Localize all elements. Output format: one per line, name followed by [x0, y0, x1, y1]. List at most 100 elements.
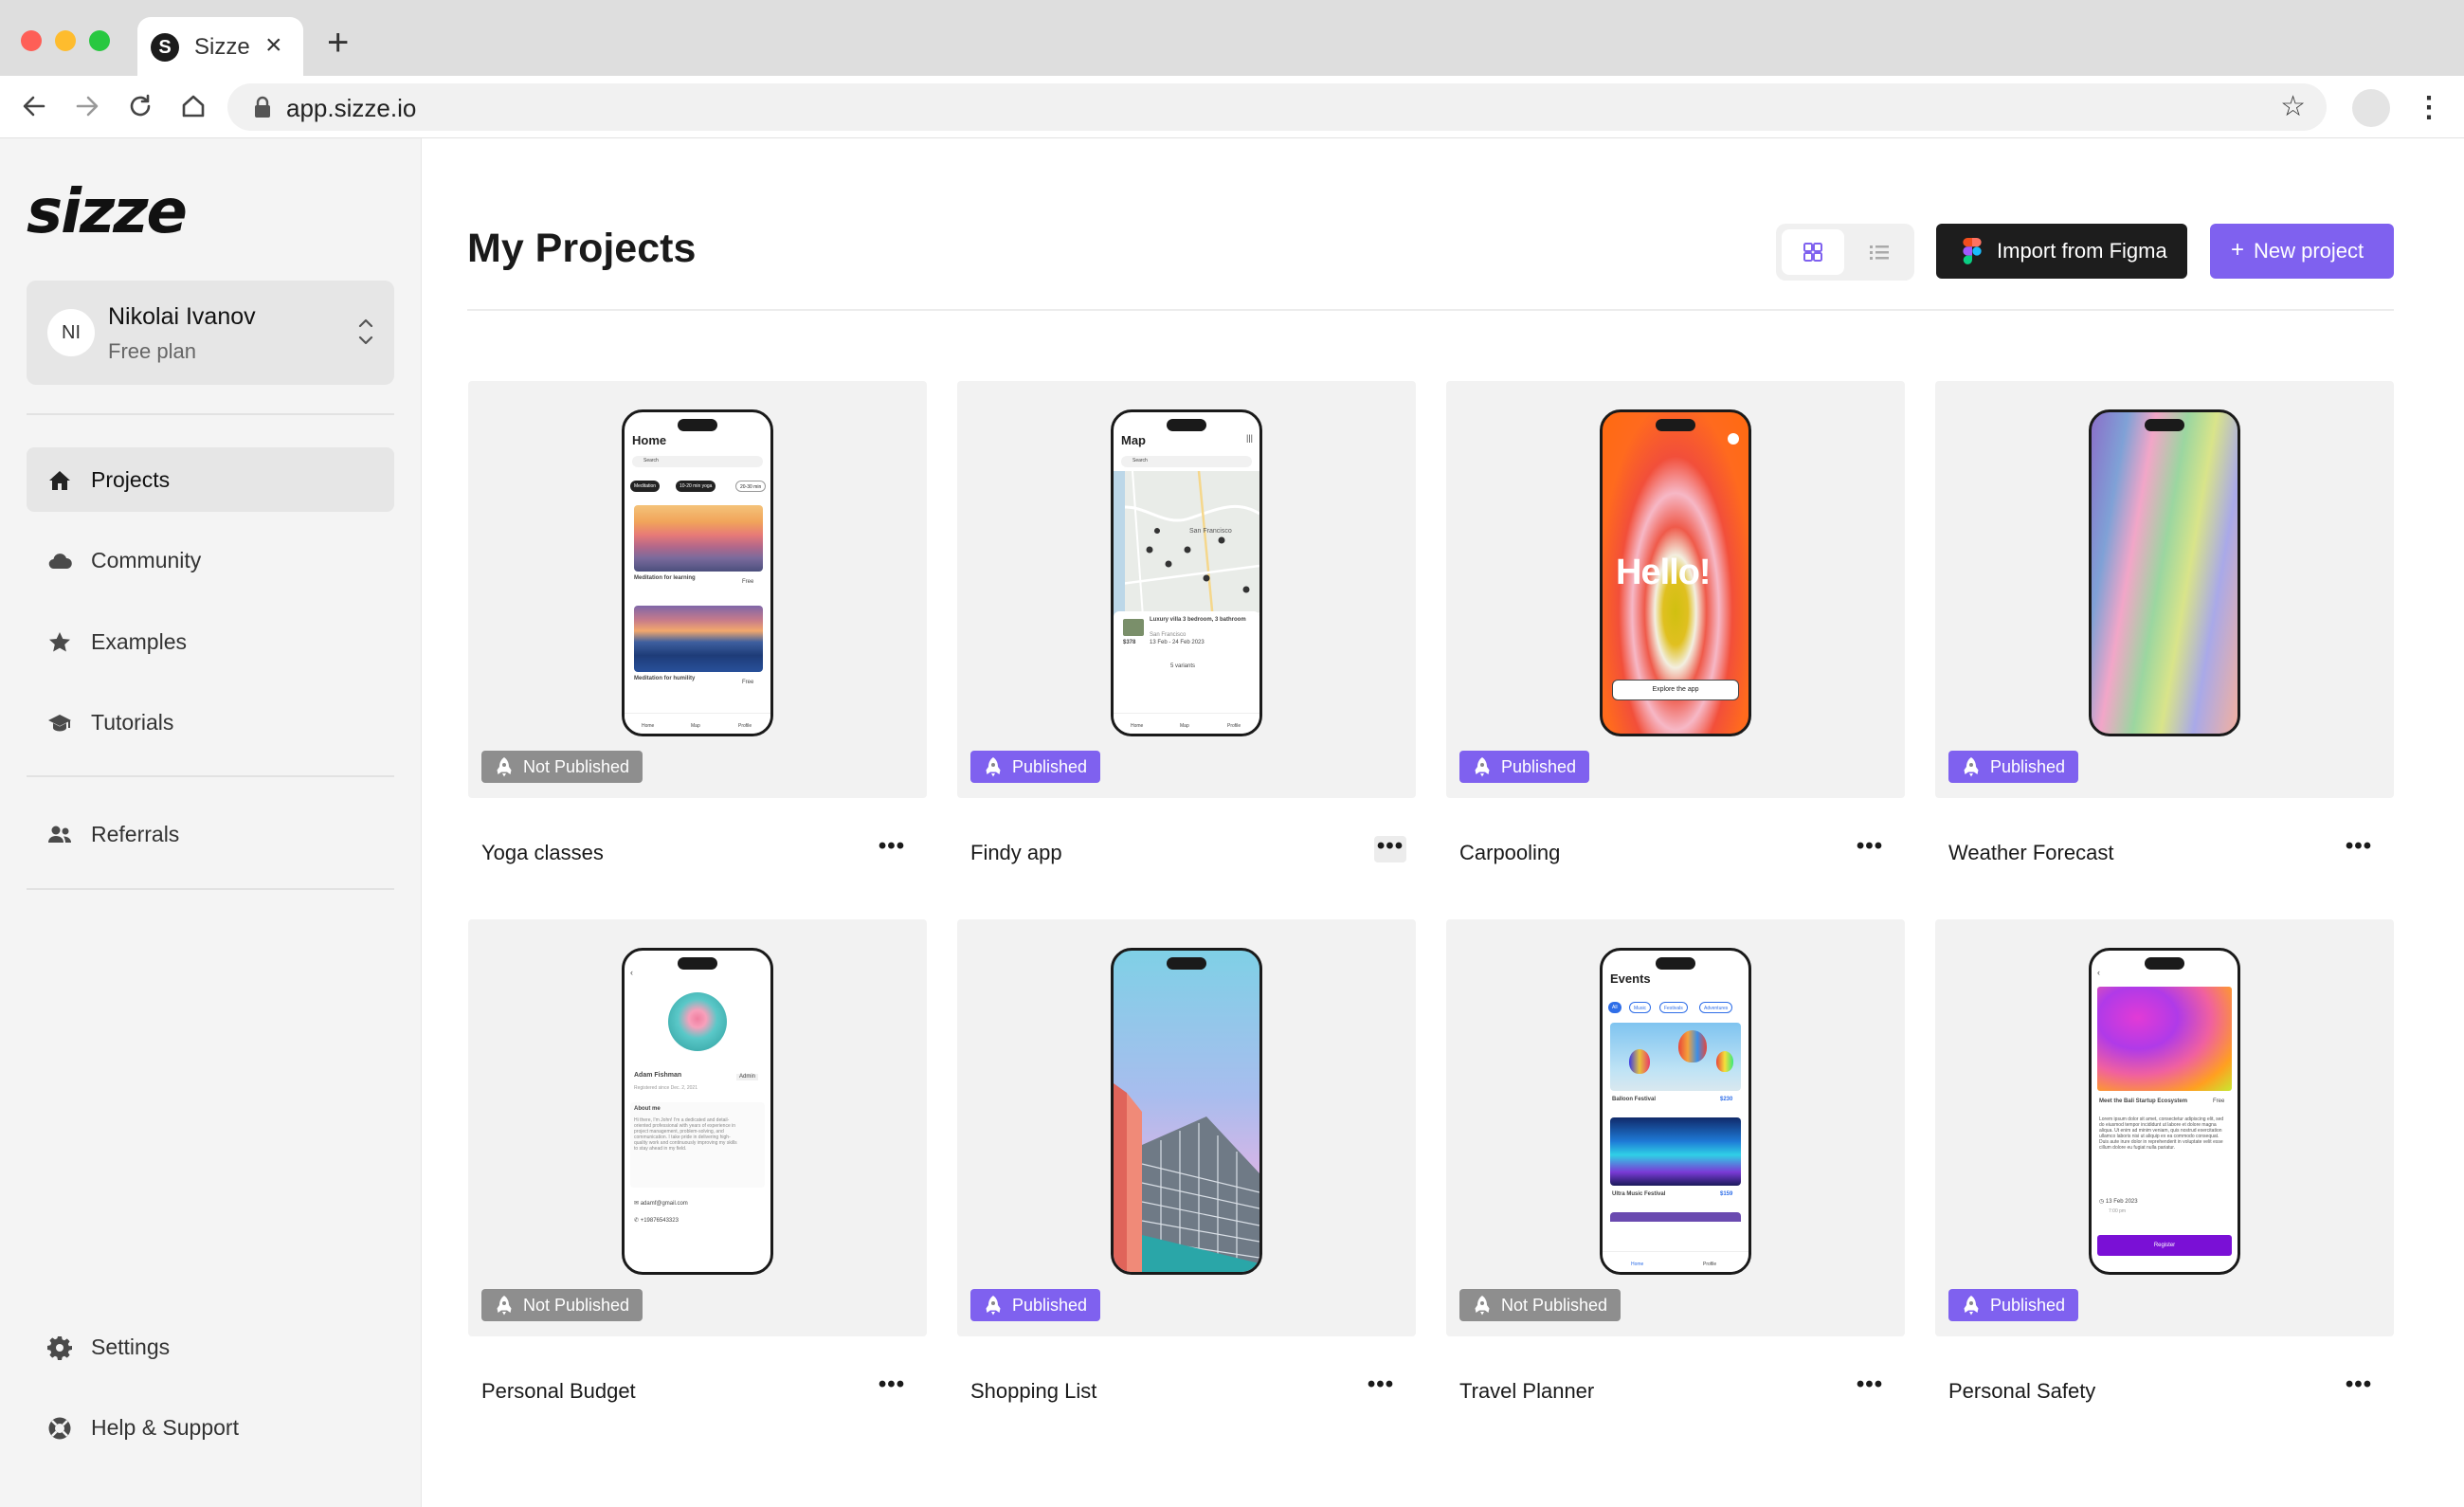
- preview-item: Meditation for learning: [634, 575, 696, 581]
- close-window-button[interactable]: [21, 30, 42, 51]
- grid-view-button[interactable]: [1782, 229, 1844, 275]
- preview-search: Search: [1121, 456, 1252, 467]
- project-card[interactable]: Events All Music Festivals Adventures Ba…: [1446, 919, 1905, 1431]
- project-card[interactable]: Hello! Explore the app Published Carpool…: [1446, 381, 1905, 893]
- sidebar-item-projects[interactable]: Projects: [27, 447, 394, 512]
- sidebar-item-community[interactable]: Community: [27, 528, 394, 592]
- sidebar: sizze NI Nikolai Ivanov Free plan Projec…: [0, 138, 422, 1507]
- more-options-button[interactable]: •••: [876, 1373, 908, 1401]
- status-badge: Published: [970, 751, 1101, 783]
- close-tab-icon[interactable]: ×: [265, 29, 282, 62]
- explore-app-button: Explore the app: [1612, 680, 1739, 700]
- sidebar-item-settings[interactable]: Settings: [27, 1315, 394, 1379]
- sidebar-item-label: Projects: [91, 467, 171, 492]
- event-tag: Free: [2213, 1098, 2225, 1104]
- project-name[interactable]: Personal Safety: [1948, 1379, 2095, 1404]
- phone-preview: ‹ Adam Fishman Admin Registered since De…: [622, 948, 773, 1275]
- sidebar-item-tutorials[interactable]: Tutorials: [27, 690, 394, 754]
- project-thumbnail[interactable]: ‹ Adam Fishman Admin Registered since De…: [468, 919, 927, 1336]
- sizze-logo[interactable]: sizze: [27, 178, 188, 246]
- graduation-cap-icon: [48, 715, 71, 732]
- back-icon[interactable]: [15, 87, 53, 125]
- event-name: Ultra Music Festival: [1612, 1191, 1666, 1197]
- maximize-window-button[interactable]: [89, 30, 110, 51]
- more-options-button[interactable]: •••: [2343, 1373, 2375, 1401]
- new-project-button[interactable]: + New project: [2210, 224, 2394, 279]
- rocket-icon: [1962, 756, 1981, 777]
- more-options-button[interactable]: •••: [1854, 835, 1886, 862]
- filter-icon: |||: [1246, 433, 1254, 443]
- sidebar-item-referrals[interactable]: Referrals: [27, 802, 394, 866]
- import-from-figma-button[interactable]: Import from Figma: [1936, 224, 2187, 279]
- project-thumbnail[interactable]: Published: [1935, 381, 2394, 798]
- back-icon: ‹: [2097, 968, 2100, 977]
- project-thumbnail[interactable]: Events All Music Festivals Adventures Ba…: [1446, 919, 1905, 1336]
- lock-icon: [255, 96, 270, 118]
- sidebar-item-label: Referrals: [91, 822, 180, 846]
- project-name[interactable]: Weather Forecast: [1948, 841, 2113, 865]
- new-project-label: New project: [2254, 239, 2364, 263]
- project-thumbnail[interactable]: Published: [957, 919, 1416, 1336]
- rocket-icon: [1473, 1295, 1492, 1316]
- sidebar-item-label: Tutorials: [91, 710, 174, 735]
- phone-preview: [1111, 948, 1262, 1275]
- more-options-button[interactable]: •••: [2343, 835, 2375, 862]
- project-card[interactable]: Published Weather Forecast •••: [1935, 381, 2394, 893]
- avatar: NI: [47, 309, 95, 356]
- status-badge: Published: [1459, 751, 1590, 783]
- project-name[interactable]: Carpooling: [1459, 841, 1560, 865]
- profile-role: Admin: [736, 1074, 759, 1080]
- project-name[interactable]: Yoga classes: [481, 841, 604, 865]
- profile-registered: Registered since Dec. 2, 2021: [634, 1085, 698, 1091]
- forward-icon[interactable]: [68, 87, 106, 125]
- project-name[interactable]: Travel Planner: [1459, 1379, 1594, 1404]
- more-options-button[interactable]: •••: [1854, 1373, 1886, 1401]
- sidebar-item-examples[interactable]: Examples: [27, 609, 394, 674]
- project-thumbnail[interactable]: Hello! Explore the app Published: [1446, 381, 1905, 798]
- new-tab-button[interactable]: +: [327, 24, 349, 62]
- event-date: ◷ 13 Feb 2023: [2099, 1199, 2138, 1205]
- bookmark-star-icon[interactable]: ☆: [2280, 91, 2306, 123]
- project-card[interactable]: Map ||| Search San Francisco Luxury vill…: [957, 381, 1416, 893]
- grid-icon: [1803, 243, 1822, 262]
- rocket-icon: [495, 1295, 514, 1316]
- browser-menu-icon[interactable]: ⋮: [2415, 89, 2443, 127]
- preview-chip: Adventures: [1699, 1002, 1733, 1013]
- project-name[interactable]: Personal Budget: [481, 1379, 636, 1404]
- email-row: ✉ adamf@gmail.com: [634, 1201, 688, 1207]
- more-options-button[interactable]: •••: [876, 835, 908, 862]
- concert-image: [1610, 1117, 1741, 1186]
- browser-profile-avatar[interactable]: [2352, 89, 2390, 127]
- project-card[interactable]: Home Search Meditation 10-20 min yoga 20…: [468, 381, 927, 893]
- browser-tab[interactable]: S Sizze ×: [137, 17, 303, 76]
- preview-title: Map: [1121, 433, 1146, 447]
- project-name[interactable]: Findy app: [970, 841, 1062, 865]
- account-switcher[interactable]: NI Nikolai Ivanov Free plan: [27, 281, 394, 385]
- address-bar[interactable]: app.sizze.io ☆: [227, 83, 2327, 131]
- list-view-button[interactable]: [1848, 229, 1911, 275]
- project-thumbnail[interactable]: ‹ Meet the Bali Startup Ecosystem Free L…: [1935, 919, 2394, 1336]
- status-badge: Not Published: [1459, 1289, 1622, 1321]
- project-card[interactable]: ‹ Adam Fishman Admin Registered since De…: [468, 919, 927, 1431]
- preview-tabbar: Home Profile: [1603, 1251, 1748, 1272]
- project-thumbnail[interactable]: Map ||| Search San Francisco Luxury vill…: [957, 381, 1416, 798]
- project-card[interactable]: Published Shopping List •••: [957, 919, 1416, 1431]
- sidebar-item-help-support[interactable]: Help & Support: [27, 1395, 394, 1460]
- project-card[interactable]: ‹ Meet the Bali Startup Ecosystem Free L…: [1935, 919, 2394, 1431]
- home-browser-icon[interactable]: [174, 87, 212, 125]
- more-options-button[interactable]: •••: [1365, 1373, 1397, 1401]
- project-thumbnail[interactable]: Home Search Meditation 10-20 min yoga 20…: [468, 381, 927, 798]
- more-options-button[interactable]: •••: [1374, 835, 1406, 862]
- rocket-icon: [1473, 756, 1492, 777]
- project-name[interactable]: Shopping List: [970, 1379, 1096, 1404]
- preview-tabbar: Home Map Profile: [625, 713, 770, 734]
- minimize-window-button[interactable]: [55, 30, 76, 51]
- preview-tag: Free: [742, 680, 754, 685]
- reload-icon[interactable]: [121, 87, 159, 125]
- map-city-label: San Francisco: [1189, 528, 1232, 535]
- browser-toolbar: app.sizze.io ☆ ⋮: [0, 76, 2464, 138]
- status-badge: Not Published: [481, 1289, 643, 1321]
- divider: [27, 413, 394, 415]
- page-title: My Projects: [467, 226, 697, 271]
- sidebar-item-label: Community: [91, 548, 202, 572]
